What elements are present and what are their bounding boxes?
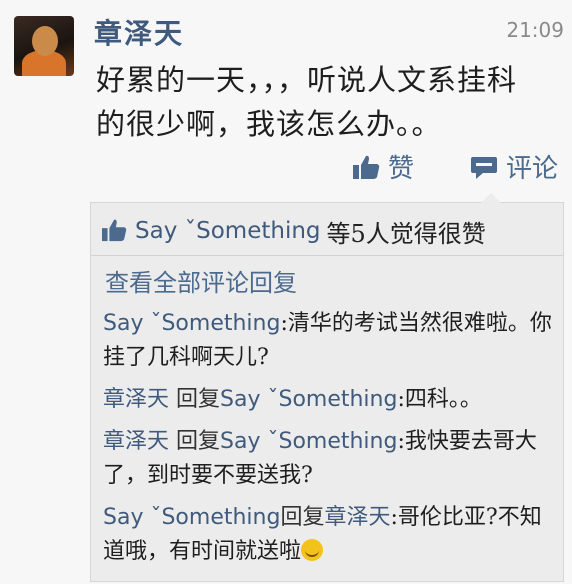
comment-reply-target[interactable]: Say ˇSomething <box>220 387 397 412</box>
smile-emoji-icon <box>301 539 324 561</box>
post-text: 好累的一天，，，听说人文系挂科 的很少啊，我该怎么办。。 <box>96 58 556 146</box>
likes-names[interactable]: Say ˇSomething <box>135 218 321 244</box>
likes-count-text: 等5人觉得很赞 <box>326 219 486 248</box>
view-all-comments-link[interactable]: 查看全部评论回复 <box>105 263 297 298</box>
comments-panel: Say ˇSomething 等5人觉得很赞 查看全部评论回复 Say ˇSom… <box>90 193 564 582</box>
post-time: 21:09 <box>506 18 564 42</box>
comment-author[interactable]: Say ˇSomething <box>103 505 280 530</box>
post-text-line-2: 的很少啊，我该怎么办。。 <box>96 107 442 141</box>
panel-arrow <box>481 193 501 203</box>
comment-reply-word: 回复 <box>280 505 325 530</box>
avatar[interactable] <box>14 16 74 76</box>
like-label: 赞 <box>388 154 415 184</box>
comment-text: :四科。。 <box>397 387 482 412</box>
thumbs-up-icon <box>352 154 380 180</box>
comment-list: Say ˇSomething:清华的考试当然很难啦。你挂了几科啊天儿? 章泽天 … <box>103 307 555 577</box>
post-actions: 赞 评论 <box>352 148 566 188</box>
feed-post: 章泽天 21:09 好累的一天，，，听说人文系挂科 的很少啊，我该怎么办。。 赞 <box>0 0 572 584</box>
likes-summary: Say ˇSomething 等5人觉得很赞 <box>101 211 486 251</box>
comment-reply-target[interactable]: Say ˇSomething <box>220 429 397 454</box>
comment-reply-word: 回复 <box>169 387 221 412</box>
comment-author[interactable]: 章泽天 <box>103 429 169 454</box>
comment-bubble-icon <box>470 155 498 179</box>
comment-reply-word: 回复 <box>169 429 221 454</box>
divider <box>91 255 563 256</box>
comment-author[interactable]: 章泽天 <box>103 387 169 412</box>
comment-author[interactable]: Say ˇSomething <box>103 311 280 336</box>
post-text-line-1: 好累的一天，，，听说人文系挂科 <box>96 63 518 97</box>
comment-reply-target[interactable]: 章泽天 <box>324 505 390 530</box>
comment-button[interactable]: 评论 <box>470 148 558 185</box>
avatar-face <box>32 26 58 56</box>
comment-item[interactable]: 章泽天 回复Say ˇSomething:四科。。 <box>103 383 555 417</box>
post-author[interactable]: 章泽天 <box>94 12 184 52</box>
comment-item[interactable]: Say ˇSomething回复章泽天:哥伦比亚?不知道哦，有时间就送啦 <box>103 501 555 569</box>
like-button[interactable]: 赞 <box>352 148 414 185</box>
thumbs-up-icon <box>101 218 129 244</box>
comment-item[interactable]: 章泽天 回复Say ˇSomething:我快要去哥大了，到时要不要送我? <box>103 425 555 493</box>
comment-item[interactable]: Say ˇSomething:清华的考试当然很难啦。你挂了几科啊天儿? <box>103 307 555 375</box>
comment-label: 评论 <box>506 154 559 184</box>
